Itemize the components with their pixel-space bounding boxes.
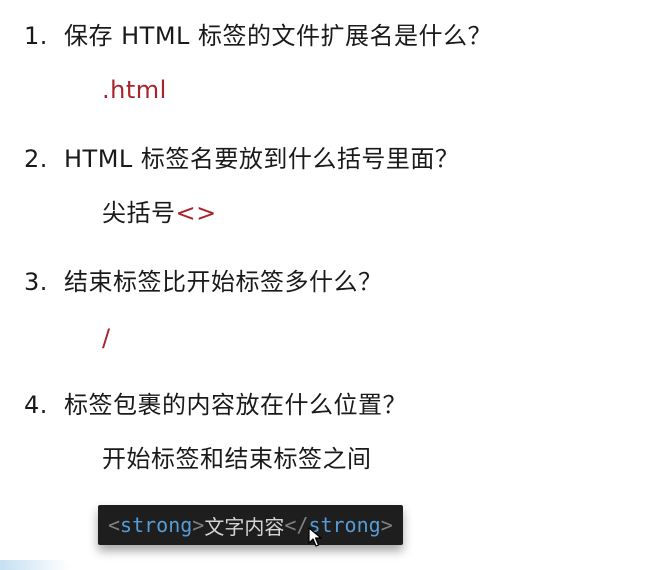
- answer-2: 尖括号<>: [102, 197, 217, 229]
- question-2-number: 2.: [24, 145, 48, 173]
- question-1-number: 1.: [24, 22, 48, 50]
- code-open-lt: <: [108, 513, 121, 537]
- question-4-text: 标签包裹的内容放在什么位置？: [64, 391, 407, 419]
- question-1-text: 保存 HTML 标签的文件扩展名是什么？: [64, 22, 493, 50]
- corner-decoration: [0, 560, 70, 570]
- question-3: 3. 结束标签比开始标签多什么？: [24, 266, 383, 298]
- question-3-text: 结束标签比开始标签多什么？: [64, 268, 383, 296]
- code-example: < strong > 文字内容 </strong >: [98, 505, 403, 545]
- answer-3: /: [102, 324, 111, 352]
- code-open-gt: >: [192, 513, 205, 537]
- answer-1: .html: [102, 76, 167, 104]
- question-3-number: 3.: [24, 268, 48, 296]
- answer-4: 开始标签和结束标签之间: [102, 445, 372, 473]
- question-4: 4. 标签包裹的内容放在什么位置？: [24, 389, 407, 421]
- answer-2-text: 尖括号: [102, 199, 176, 227]
- question-1: 1. 保存 HTML 标签的文件扩展名是什么？: [24, 20, 492, 52]
- code-open-tag-name: strong: [120, 513, 193, 537]
- question-4-number: 4.: [24, 391, 48, 419]
- code-close-gt: >: [380, 513, 393, 537]
- mouse-pointer-icon: [308, 527, 322, 547]
- code-content: 文字内容: [204, 514, 285, 539]
- code-close-lt: </: [284, 513, 309, 537]
- answer-2-brackets: <>: [175, 199, 217, 227]
- question-2-text: HTML 标签名要放到什么括号里面？: [64, 145, 460, 173]
- question-2: 2. HTML 标签名要放到什么括号里面？: [24, 143, 459, 175]
